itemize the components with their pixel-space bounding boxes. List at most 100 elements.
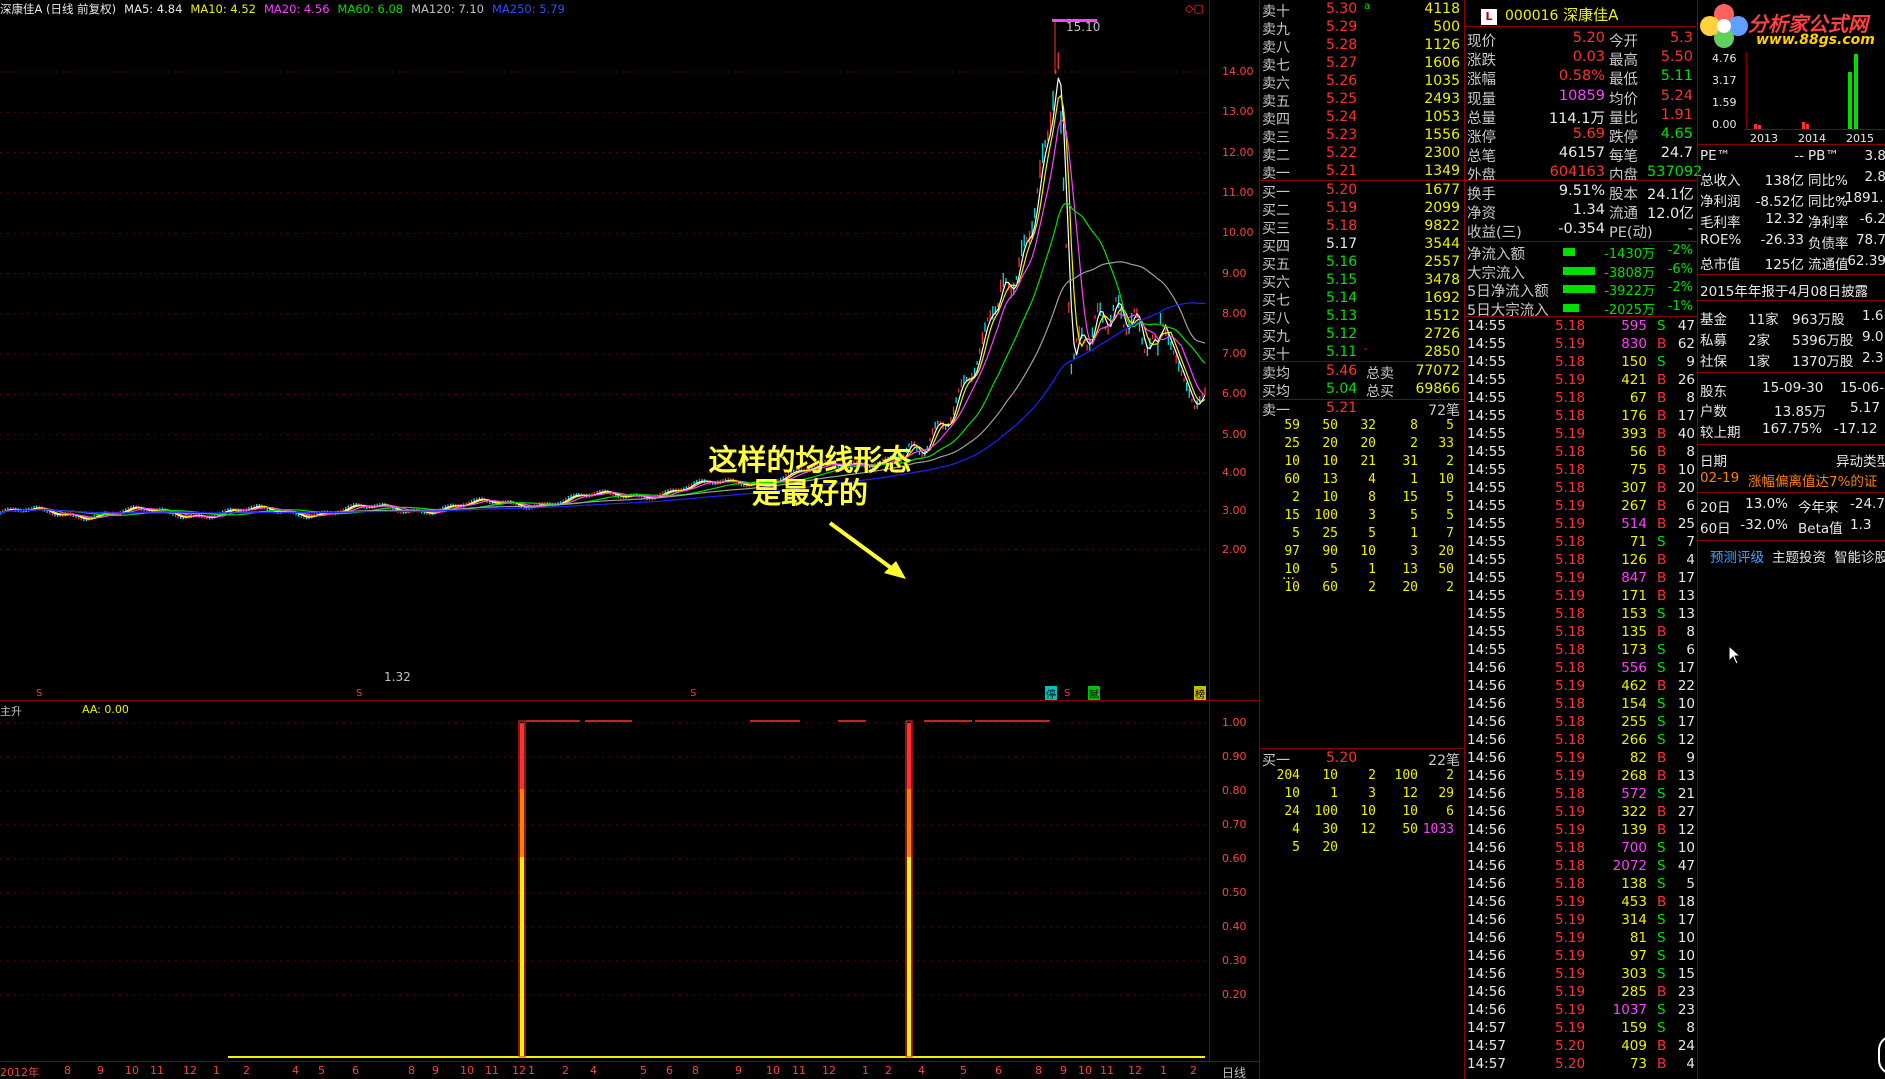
book-row[interactable]: 买十 5.11-2850 xyxy=(1262,344,1462,363)
tick-price: 5.19 xyxy=(1555,1002,1586,1018)
indicator-tick: 0.90 xyxy=(1222,750,1247,763)
queue-cell: 3 xyxy=(1368,786,1376,801)
tick-row[interactable]: 14:55 5.18 173 S 6 xyxy=(1467,642,1695,658)
tick-row[interactable]: 14:56 5.19 453 B 18 xyxy=(1467,894,1695,910)
tick-row[interactable]: 14:56 5.18 572 S 21 xyxy=(1467,786,1695,802)
tick-row[interactable]: 14:55 5.18 153 S 13 xyxy=(1467,606,1695,622)
book-row[interactable]: 卖六 5.26 1035 xyxy=(1262,73,1462,92)
marker-bang[interactable]: 榜 xyxy=(1194,686,1206,701)
tick-row[interactable]: 14:56 5.19 322 B 27 xyxy=(1467,804,1695,820)
households: 户数 13.85万 5.17 xyxy=(1700,400,1881,420)
queue-cell: 12 xyxy=(1360,822,1376,837)
book-row[interactable]: 卖四 5.24 1053 xyxy=(1262,109,1462,128)
tick-row[interactable]: 14:57 5.20 409 B 24 xyxy=(1467,1038,1695,1054)
tick-row[interactable]: 14:56 5.18 154 S 10 xyxy=(1467,696,1695,712)
tick-row[interactable]: 14:56 5.18 2072 S 47 xyxy=(1467,858,1695,874)
book-row[interactable]: 买八 5.13 1512 xyxy=(1262,308,1462,327)
tick-row[interactable]: 14:55 5.18 126 B 4 xyxy=(1467,552,1695,568)
link-theme[interactable]: 主题投资 xyxy=(1772,550,1826,566)
tick-row[interactable]: 14:55 5.18 75 B 10 xyxy=(1467,462,1695,478)
tick-row[interactable]: 14:55 5.18 56 B 8 xyxy=(1467,444,1695,460)
tick-row[interactable]: 14:56 5.19 97 S 10 xyxy=(1467,948,1695,964)
fund-value-2: -6.2 xyxy=(1859,211,1885,227)
tick-row[interactable]: 14:55 5.18 595 S 47 xyxy=(1467,318,1695,334)
book-row[interactable]: 卖十 5.30 a 4118 xyxy=(1262,1,1462,20)
tick-row[interactable]: 14:55 5.18 71 S 7 xyxy=(1467,534,1695,550)
tick-volume: 268 xyxy=(1621,768,1647,784)
link-diagnose[interactable]: 智能诊股 xyxy=(1834,550,1885,566)
tick-row[interactable]: 14:55 5.19 514 B 25 xyxy=(1467,516,1695,532)
tick-row[interactable]: 14:57 5.19 159 S 8 xyxy=(1467,1020,1695,1036)
tick-row[interactable]: 14:56 5.19 285 B 23 xyxy=(1467,984,1695,1000)
tick-side: B xyxy=(1657,372,1667,388)
book-row[interactable]: 卖五 5.25 2493 xyxy=(1262,91,1462,110)
tick-row[interactable]: 14:56 5.19 82 B 9 xyxy=(1467,750,1695,766)
event-row[interactable]: 02-19 涨幅偏离值达7%的证 xyxy=(1700,470,1885,490)
perf-label-2: Beta值 xyxy=(1798,521,1843,537)
queue-cell: 10 xyxy=(1322,768,1338,783)
tick-row[interactable]: 14:56 5.18 255 S 17 xyxy=(1467,714,1695,730)
book-row[interactable]: 买九 5.12 2726 xyxy=(1262,326,1462,345)
tick-count: 17 xyxy=(1677,912,1695,928)
period-label[interactable]: 日线 xyxy=(1222,1064,1246,1079)
tick-price: 5.18 xyxy=(1555,732,1586,748)
tick-row[interactable]: 14:56 5.19 462 B 22 xyxy=(1467,678,1695,694)
tick-row[interactable]: 14:55 5.19 171 B 13 xyxy=(1467,588,1695,604)
order-book-panel: 卖十 5.30 a 4118 卖九 5.29 500 卖八 5.28 1126 卖七 5.27 1606… xyxy=(1260,0,1465,1079)
tick-row[interactable]: 14:56 5.18 138 S 5 xyxy=(1467,876,1695,892)
fund-line xyxy=(1698,144,1885,145)
tick-row[interactable]: 14:55 5.18 150 S 9 xyxy=(1467,354,1695,370)
book-row[interactable]: 卖八 5.28 1126 xyxy=(1262,37,1462,56)
tick-row[interactable]: 14:56 5.19 314 S 17 xyxy=(1467,912,1695,928)
book-row[interactable]: 卖二 5.22 2300 xyxy=(1262,145,1462,164)
tick-row[interactable]: 14:56 5.18 556 S 17 xyxy=(1467,660,1695,676)
tick-row[interactable]: 14:55 5.19 393 B 40 xyxy=(1467,426,1695,442)
tick-row[interactable]: 14:55 5.18 135 B 8 xyxy=(1467,624,1695,640)
tick-row[interactable]: 14:56 5.18 700 S 10 xyxy=(1467,840,1695,856)
book-row[interactable]: 买四 5.17 3544 xyxy=(1262,236,1462,255)
tick-time: 14:55 xyxy=(1467,552,1506,568)
tick-row[interactable]: 14:56 5.19 81 S 10 xyxy=(1467,930,1695,946)
book-row[interactable]: 买五 5.16 2557 xyxy=(1262,254,1462,273)
quote-label-2: 最低 xyxy=(1609,72,1638,89)
tick-price: 5.19 xyxy=(1555,984,1586,1000)
tick-row[interactable]: 14:55 5.19 421 B 26 xyxy=(1467,372,1695,388)
corner-widget[interactable] xyxy=(1878,1035,1885,1075)
queue-cell: 60 xyxy=(1284,472,1300,487)
tick-row[interactable]: 14:56 5.18 266 S 12 xyxy=(1467,732,1695,748)
kline-chart-panel[interactable]: 深康佳A (日线 前复权) MA5: 4.84 MA10: 4.52 MA20: 4.… xyxy=(0,0,1260,1079)
tick-time: 14:55 xyxy=(1467,642,1506,658)
tick-row[interactable]: 14:55 5.18 176 B 17 xyxy=(1467,408,1695,424)
fund-value: 125亿 xyxy=(1764,257,1804,273)
book-row[interactable]: 卖七 5.27 1606 xyxy=(1262,55,1462,74)
tick-row[interactable]: 14:55 5.19 830 B 62 xyxy=(1467,336,1695,352)
book-row[interactable]: 买二 5.19 2099 xyxy=(1262,200,1462,219)
time-tick: 5 xyxy=(960,1064,967,1077)
tick-volume: 173 xyxy=(1621,642,1647,658)
tick-side: S xyxy=(1657,912,1666,928)
tick-row[interactable]: 14:55 5.18 67 B 8 xyxy=(1467,390,1695,406)
book-row[interactable]: 卖九 5.29 500 xyxy=(1262,19,1462,38)
tick-row[interactable]: 14:55 5.19 847 B 17 xyxy=(1467,570,1695,586)
book-row[interactable]: 买一 5.20 1677 xyxy=(1262,182,1462,201)
book-flag: a xyxy=(1364,1,1371,12)
queue-cell: 3 xyxy=(1410,544,1418,559)
book-row[interactable]: 买六 5.15 3478 xyxy=(1262,272,1462,291)
book-row[interactable]: 买七 5.14 1692 xyxy=(1262,290,1462,309)
tick-row[interactable]: 14:56 5.19 139 B 12 xyxy=(1467,822,1695,838)
tick-row[interactable]: 14:57 5.20 73 B 4 xyxy=(1467,1056,1695,1072)
stock-badge-icon[interactable]: L xyxy=(1481,9,1497,25)
book-row[interactable]: 卖一 5.21 1349 xyxy=(1262,163,1462,182)
book-row[interactable]: 卖三 5.23 1556 xyxy=(1262,127,1462,146)
tick-row[interactable]: 14:55 5.18 307 B 20 xyxy=(1467,480,1695,496)
book-row[interactable]: 买三 5.18 9822 xyxy=(1262,218,1462,237)
tick-row[interactable]: 14:55 5.19 267 B 6 xyxy=(1467,498,1695,514)
link-rating[interactable]: 预测评级 xyxy=(1710,550,1764,566)
tick-row[interactable]: 14:56 5.19 1037 S 23 xyxy=(1467,1002,1695,1018)
mini-axis-tick: 0.00 xyxy=(1712,118,1737,131)
tick-row[interactable]: 14:56 5.19 268 B 13 xyxy=(1467,768,1695,784)
queue-cell: 1 xyxy=(1330,786,1338,801)
marker-ting[interactable]: 停 xyxy=(1045,686,1057,701)
marker-fu[interactable]: 赋 xyxy=(1088,686,1100,701)
tick-row[interactable]: 14:56 5.19 303 S 15 xyxy=(1467,966,1695,982)
